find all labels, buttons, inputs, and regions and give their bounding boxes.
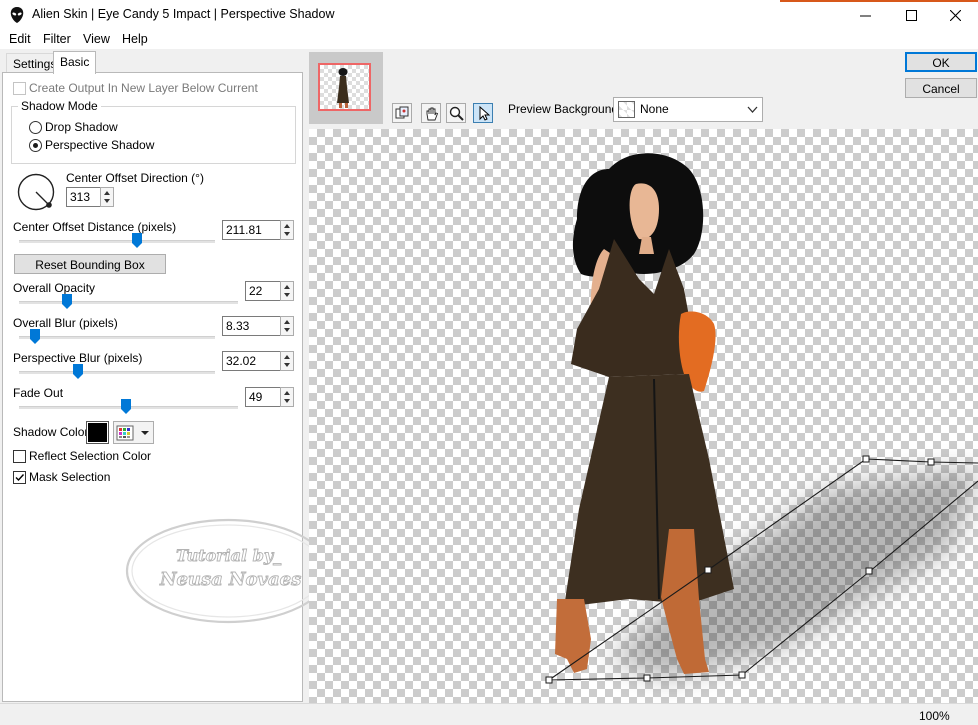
zoom-tool-button[interactable] (446, 103, 466, 123)
create-output-checkbox[interactable] (13, 82, 26, 95)
overall-opacity-spinner[interactable] (280, 281, 294, 301)
overall-blur-spinner[interactable] (280, 316, 294, 336)
center-offset-direction-input[interactable]: 313 (66, 187, 101, 207)
compare-tool-button[interactable] (392, 103, 412, 123)
overall-blur-label: Overall Blur (pixels) (13, 316, 118, 330)
perspective-blur-track (19, 371, 215, 374)
perspective-blur-spinner[interactable] (280, 351, 294, 371)
ok-button[interactable]: OK (905, 52, 977, 72)
palette-grid-icon (116, 425, 149, 441)
overall-opacity-input[interactable]: 22 (245, 281, 281, 301)
perspective-blur-label: Perspective Blur (pixels) (13, 351, 143, 365)
thumbnail-figure (337, 68, 349, 108)
menu-edit[interactable]: Edit (9, 32, 31, 46)
center-offset-direction-spinner[interactable] (100, 187, 114, 207)
center-offset-distance-slider[interactable] (131, 233, 142, 248)
shadow-mode-label: Shadow Mode (18, 99, 101, 113)
pointer-arrow-icon (479, 105, 490, 121)
perspective-shadow-radio[interactable] (29, 139, 42, 152)
center-offset-direction-label: Center Offset Direction (°) (66, 171, 204, 185)
svg-text:Neusa Novaes: Neusa Novaes (159, 569, 301, 590)
close-icon (949, 9, 961, 21)
center-offset-distance-spinner[interactable] (280, 220, 294, 240)
fade-out-spinner[interactable] (280, 387, 294, 407)
maximize-icon (905, 9, 917, 21)
close-button[interactable] (932, 0, 978, 30)
zoom-icon (449, 106, 464, 121)
reflect-selection-checkbox[interactable] (13, 450, 26, 463)
fade-out-slider[interactable] (121, 399, 132, 414)
center-offset-distance-label: Center Offset Distance (pixels) (13, 220, 177, 234)
shadow-color-fill (88, 423, 107, 442)
overall-opacity-slider[interactable] (62, 294, 73, 309)
window-title: Alien Skin | Eye Candy 5 Impact | Perspe… (32, 7, 335, 21)
fade-out-label: Fade Out (13, 386, 64, 400)
transparent-swatch (618, 101, 635, 118)
hand-icon (426, 107, 438, 120)
mask-selection-label: Mask Selection (29, 470, 111, 484)
navigator-viewport[interactable] (318, 63, 371, 111)
tab-basic[interactable]: Basic (53, 51, 97, 74)
shadow-color-swatch[interactable] (86, 421, 109, 444)
hand-tool-button[interactable] (421, 103, 441, 123)
figure-left-boot (555, 599, 591, 673)
menu-filter[interactable]: Filter (43, 32, 71, 46)
watermark-logo: Tutorial by_ Neusa Novaes (125, 518, 331, 624)
fade-out-input[interactable]: 49 (245, 387, 281, 407)
maximize-button[interactable] (888, 0, 934, 30)
shadow-mode-group (11, 106, 296, 164)
alien-skin-app-icon (10, 7, 24, 23)
drop-shadow-label: Drop Shadow (45, 120, 118, 134)
preview-background-select[interactable]: None (613, 97, 763, 122)
preview-image (545, 153, 978, 684)
center-offset-distance-input[interactable]: 211.81 (222, 220, 281, 240)
color-palette-button[interactable] (113, 421, 154, 444)
overall-opacity-label: Overall Opacity (13, 281, 96, 295)
preview-canvas[interactable] (309, 129, 978, 703)
cancel-button[interactable]: Cancel (905, 78, 977, 98)
checkmark-icon (15, 474, 25, 482)
shadow-color-label: Shadow Color (13, 425, 89, 439)
perspective-blur-input[interactable]: 32.02 (222, 351, 281, 371)
zoom-level: 100% (919, 709, 950, 723)
perspective-shadow-label: Perspective Shadow (45, 138, 155, 152)
reflect-selection-label: Reflect Selection Color (29, 449, 152, 463)
reset-bounding-box-button[interactable]: Reset Bounding Box (14, 254, 166, 274)
overall-blur-track (19, 336, 215, 339)
preview-background-value: None (640, 102, 669, 116)
chevron-down-icon (747, 106, 758, 113)
minimize-button[interactable] (842, 0, 888, 30)
perspective-blur-slider[interactable] (72, 364, 83, 379)
navigator-thumbnail[interactable] (309, 52, 383, 124)
dropdown-arrow-icon (141, 431, 149, 435)
menu-bar: Edit Filter View Help (0, 30, 978, 49)
svg-text:Tutorial by_: Tutorial by_ (176, 546, 281, 565)
minimize-icon (859, 15, 871, 16)
drop-shadow-radio[interactable] (29, 121, 42, 134)
menu-view[interactable]: View (83, 32, 110, 46)
overall-blur-input[interactable]: 8.33 (222, 316, 281, 336)
overall-opacity-track (19, 301, 238, 304)
preview-background-label: Preview Background: (508, 102, 622, 116)
select-tool-button[interactable] (473, 103, 493, 123)
overall-blur-slider[interactable] (29, 329, 40, 344)
create-output-label: Create Output In New Layer Below Current (29, 81, 258, 95)
status-bar: 100% (0, 703, 978, 725)
compare-icon (395, 106, 409, 119)
mask-selection-checkbox[interactable] (13, 471, 26, 484)
center-offset-distance-track (19, 240, 215, 243)
menu-help[interactable]: Help (122, 32, 148, 46)
direction-dial[interactable] (17, 173, 59, 215)
